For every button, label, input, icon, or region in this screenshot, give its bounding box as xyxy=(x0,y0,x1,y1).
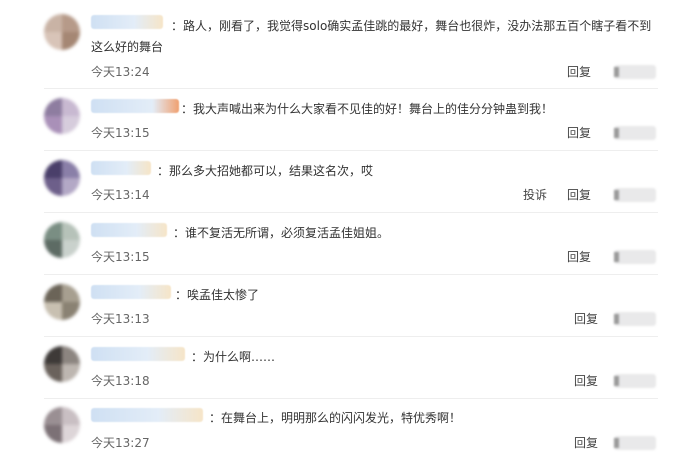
divider xyxy=(44,274,658,275)
comment-text: ：那么多大招她都可以，结果这名次，哎 xyxy=(157,164,374,178)
avatar[interactable] xyxy=(44,98,80,134)
comment-time: 今天13:24 xyxy=(91,65,150,79)
divider xyxy=(44,212,658,213)
reply-button[interactable]: 回复 xyxy=(574,372,598,389)
comment-time: 今天13:27 xyxy=(91,436,150,450)
avatar[interactable] xyxy=(44,346,80,382)
comment-body: 为什么啊…… xyxy=(203,350,276,364)
comment-time: 今天13:14 xyxy=(91,188,150,202)
divider xyxy=(44,398,658,399)
avatar[interactable] xyxy=(44,222,80,258)
comment-text: ：在舞台上，明明那么的闪闪发光，特优秀啊！ xyxy=(209,411,462,425)
like-button[interactable] xyxy=(614,126,656,140)
comment-text: ：我大声喊出来为什么大家看不见佳的好！舞台上的佳分分钟蛊到我！ xyxy=(181,102,554,116)
comment-body: 那么多大招她都可以，结果这名次，哎 xyxy=(169,164,374,178)
comment-time: 今天13:15 xyxy=(91,250,150,264)
comment-text: ：为什么啊…… xyxy=(191,350,276,364)
comment-body: 我大声喊出来为什么大家看不见佳的好！舞台上的佳分分钟蛊到我！ xyxy=(193,102,554,116)
comment-text: ：路人，刚看了，我觉得solo确实孟佳跳的最好，舞台也很炸，没办法那五百个瞎子看… xyxy=(91,19,652,54)
reply-button[interactable]: 回复 xyxy=(567,186,591,203)
comment-body: 唉孟佳太惨了 xyxy=(187,288,260,302)
like-button[interactable] xyxy=(614,188,656,202)
comment-time: 今天13:13 xyxy=(91,312,150,326)
reply-button[interactable]: 回复 xyxy=(567,63,591,80)
comment-time: 今天13:18 xyxy=(91,374,150,388)
like-button[interactable] xyxy=(614,374,656,388)
like-button[interactable] xyxy=(614,250,656,264)
reply-button[interactable]: 回复 xyxy=(567,248,591,265)
like-button[interactable] xyxy=(614,312,656,326)
divider xyxy=(44,336,658,337)
comment-text: ：唉孟佳太惨了 xyxy=(175,288,260,302)
comment-body: 在舞台上，明明那么的闪闪发光，特优秀啊！ xyxy=(221,411,462,425)
avatar[interactable] xyxy=(44,407,80,443)
avatar[interactable] xyxy=(44,14,80,50)
avatar[interactable] xyxy=(44,160,80,196)
reply-button[interactable]: 回复 xyxy=(574,310,598,327)
divider xyxy=(44,88,658,89)
like-button[interactable] xyxy=(614,436,656,450)
comment-item: ：路人，刚看了，我觉得solo确实孟佳跳的最好，舞台也很炸，没办法那五百个瞎子看… xyxy=(0,14,692,79)
like-button[interactable] xyxy=(614,65,656,79)
reply-button[interactable]: 回复 xyxy=(574,434,598,451)
report-button[interactable]: 投诉 xyxy=(523,186,547,203)
divider xyxy=(44,150,658,151)
comment-body: 路人，刚看了，我觉得solo确实孟佳跳的最好，舞台也很炸，没办法那五百个瞎子看不… xyxy=(91,19,652,54)
reply-button[interactable]: 回复 xyxy=(567,124,591,141)
comment-body: 谁不复活无所谓，必须复活孟佳姐姐。 xyxy=(185,226,390,240)
avatar[interactable] xyxy=(44,284,80,320)
comment-time: 今天13:15 xyxy=(91,126,150,140)
comment-text: ：谁不复活无所谓，必须复活孟佳姐姐。 xyxy=(173,226,390,240)
